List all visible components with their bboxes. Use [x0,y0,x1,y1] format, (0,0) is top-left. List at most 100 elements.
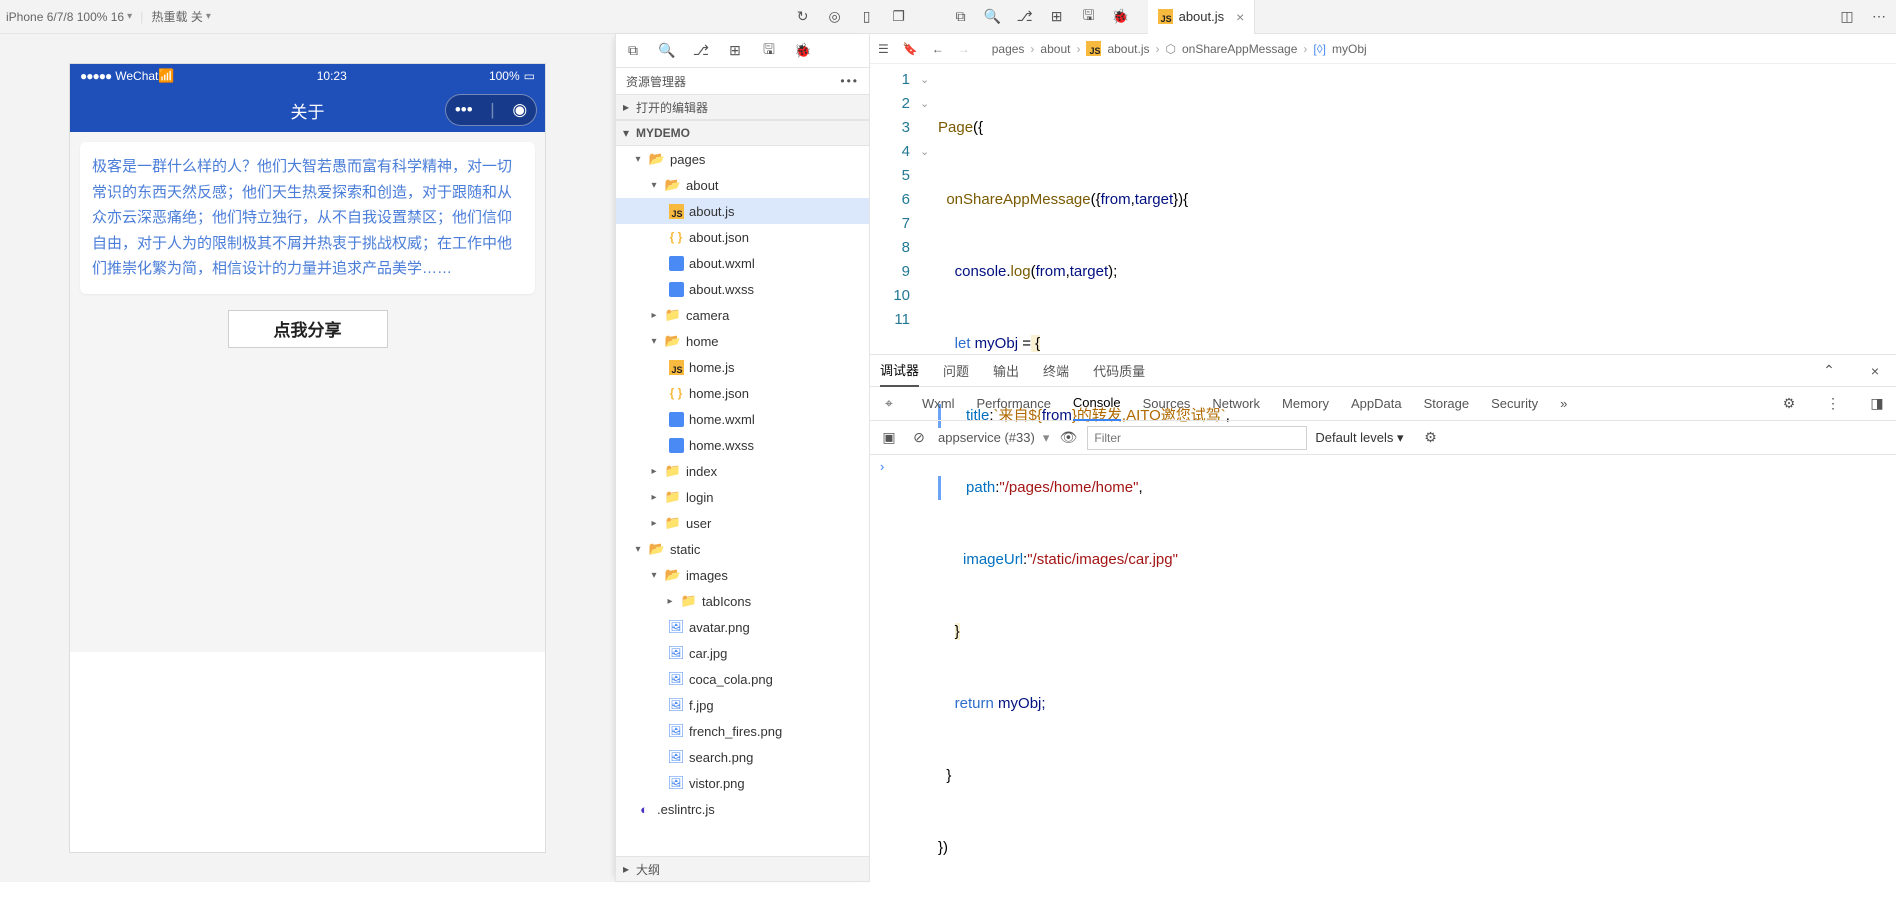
tab-terminal[interactable]: 终端 [1043,361,1069,380]
console-body[interactable]: › [870,455,1896,882]
tab-network[interactable]: Network [1212,396,1260,411]
tab-storage[interactable]: Storage [1424,396,1470,411]
tab-output[interactable]: 输出 [993,361,1019,380]
forward-icon[interactable]: → [958,42,970,56]
tab-wxml[interactable]: Wxml [922,396,955,411]
tab-memory[interactable]: Memory [1282,396,1329,411]
fold-gutter[interactable]: ⌄⌄⌄ [920,64,938,354]
extensions-icon[interactable]: ⊞ [1046,6,1068,28]
tab-performance[interactable]: Performance [977,396,1051,411]
file-about-js[interactable]: JSabout.js [616,198,869,224]
chevron-up-icon[interactable]: ⌃ [1818,360,1840,382]
file-tree: ▾📂pages ▾📂about JSabout.js { }about.json… [616,146,869,856]
eye-icon[interactable]: 👁 [1057,427,1079,449]
folder-index[interactable]: ▸📁index [616,458,869,484]
folder-tabicons[interactable]: ▸📁tabIcons [616,588,869,614]
tab-appdata[interactable]: AppData [1351,396,1402,411]
close-panel-icon[interactable]: × [1864,360,1886,382]
search-icon[interactable]: 🔍 [656,40,678,62]
more-icon[interactable]: ⋯ [1868,6,1890,28]
explorer-panel: ⧉ 🔍 ⎇ ⊞ 🖫 🐞 资源管理器••• ▸打开的编辑器 ▾MYDEMO ▾📂p… [615,34,870,882]
clear-console-icon[interactable]: ⊘ [908,427,930,449]
tab-debugger[interactable]: 调试器 [880,355,919,387]
file-french[interactable]: 🖼french_fires.png [616,718,869,744]
context-select[interactable]: appservice (#33) [938,430,1035,445]
open-editors-header[interactable]: ▸打开的编辑器 [616,94,869,120]
git-icon[interactable]: ⎇ [1014,6,1036,28]
file-coca[interactable]: 🖼coca_cola.png [616,666,869,692]
back-icon[interactable]: ← [932,42,944,56]
target-icon[interactable]: ◉ [512,100,527,120]
code-editor[interactable]: 1234567891011 ⌄⌄⌄ Page({ onShareAppMessa… [870,64,1896,354]
tab-security[interactable]: Security [1491,396,1538,411]
folder-home[interactable]: ▾📂home [616,328,869,354]
devtools-tabs: ⌖ Wxml Performance Console Sources Netwo… [870,387,1896,421]
git-icon[interactable]: ⎇ [690,40,712,62]
outline-header[interactable]: ▸大纲 [616,856,869,882]
inspect-icon[interactable]: ⌖ [878,393,900,415]
ext-icon[interactable]: ⊞ [724,40,746,62]
editor-tab[interactable]: JS about.js × [1148,0,1256,34]
file-vistor[interactable]: 🖼vistor.png [616,770,869,796]
mockup-icon[interactable]: ❐ [888,6,910,28]
kebab-icon[interactable]: ⋮ [1822,393,1844,415]
files-icon[interactable]: ⧉ [622,40,644,62]
file-home-wxml[interactable]: home.wxml [616,406,869,432]
folder-about[interactable]: ▾📂about [616,172,869,198]
folder-login[interactable]: ▸📁login [616,484,869,510]
close-icon[interactable]: × [1236,9,1244,25]
capsule-menu[interactable]: ••• | ◉ [445,94,537,126]
menu-icon[interactable]: ••• [455,100,473,120]
tab-filename: about.js [1179,9,1225,24]
device-icon[interactable]: ▯ [856,6,878,28]
code-lines[interactable]: Page({ onShareAppMessage({from,target}){… [938,64,1896,354]
file-f[interactable]: 🖼f.jpg [616,692,869,718]
filter-input[interactable] [1087,426,1307,450]
simulator-panel: WeChat📶 10:23 100%▭ 关于 ••• | ◉ 极客是一群什么样的… [0,34,615,882]
levels-select[interactable]: Default levels ▾ [1315,430,1403,446]
file-home-wxss[interactable]: home.wxss [616,432,869,458]
project-header[interactable]: ▾MYDEMO [616,120,869,146]
file-about-wxml[interactable]: about.wxml [616,250,869,276]
files-icon[interactable]: ⧉ [950,6,972,28]
folder-images[interactable]: ▾📂images [616,562,869,588]
tab-more-icon[interactable]: » [1560,396,1567,411]
folder-static[interactable]: ▾📂static [616,536,869,562]
share-button[interactable]: 点我分享 [228,310,388,348]
bug-icon[interactable]: 🐞 [1110,6,1132,28]
file-avatar[interactable]: 🖼avatar.png [616,614,869,640]
bookmark-icon[interactable]: 🔖 [903,42,918,56]
breadcrumb[interactable]: ☰ 🔖 ← → pages› about› JSabout.js› ⬡onSha… [870,34,1896,64]
folder-user[interactable]: ▸📁user [616,510,869,536]
dock-icon[interactable]: ◨ [1866,393,1888,415]
file-eslint[interactable]: ◐.eslintrc.js [616,796,869,822]
save-icon[interactable]: 🖫 [758,40,780,62]
stop-icon[interactable]: ◎ [824,6,846,28]
file-car[interactable]: 🖼car.jpg [616,640,869,666]
file-about-wxss[interactable]: about.wxss [616,276,869,302]
file-about-json[interactable]: { }about.json [616,224,869,250]
tab-console[interactable]: Console [1073,387,1121,421]
file-home-json[interactable]: { }home.json [616,380,869,406]
file-home-js[interactable]: JShome.js [616,354,869,380]
save-icon[interactable]: 🖫 [1078,6,1100,28]
device-select[interactable]: iPhone 6/7/8 100% 16 [6,10,132,24]
explorer-title: 资源管理器••• [616,68,869,94]
refresh-icon[interactable]: ↻ [792,6,814,28]
tab-sources[interactable]: Sources [1143,396,1191,411]
folder-camera[interactable]: ▸📁camera [616,302,869,328]
tab-issues[interactable]: 问题 [943,361,969,380]
settings-icon[interactable]: ⚙ [1420,427,1442,449]
explorer-more-icon[interactable]: ••• [840,74,859,88]
gear-icon[interactable]: ⚙ [1778,393,1800,415]
split-editor-icon[interactable]: ◫ [1836,6,1858,28]
list-icon[interactable]: ☰ [878,42,889,56]
file-search[interactable]: 🖼search.png [616,744,869,770]
bug2-icon[interactable]: 🐞 [792,40,814,62]
sidebar-toggle-icon[interactable]: ▣ [878,427,900,449]
search-icon[interactable]: 🔍 [982,6,1004,28]
hot-reload-toggle[interactable]: 热重载 关 [152,8,211,25]
line-gutter: 1234567891011 [870,64,920,354]
tab-quality[interactable]: 代码质量 [1093,361,1145,380]
folder-pages[interactable]: ▾📂pages [616,146,869,172]
